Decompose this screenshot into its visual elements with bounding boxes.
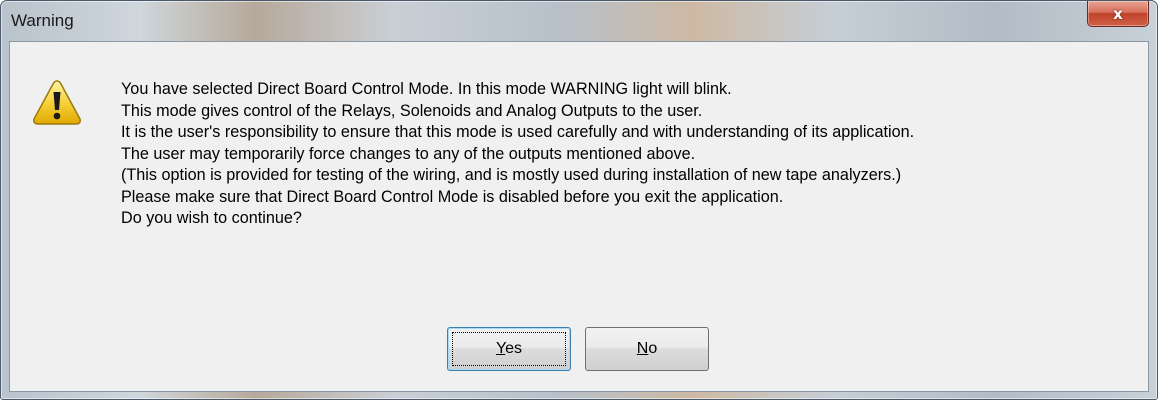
- close-icon: x: [1113, 4, 1123, 23]
- message-line: You have selected Direct Board Control M…: [121, 80, 732, 98]
- title-bar[interactable]: Warning x: [1, 1, 1157, 41]
- warning-message: You have selected Direct Board Control M…: [121, 79, 914, 230]
- message-line: This mode gives control of the Relays, S…: [121, 101, 703, 120]
- message-line: It is the user's responsibility to ensur…: [121, 123, 915, 141]
- yes-button-label: Yes: [495, 340, 523, 357]
- warning-triangle-icon: [33, 80, 81, 125]
- message-line: (This option is provided for testing of …: [121, 166, 902, 184]
- dialog-window: Warning x You have selected Direct Board…: [0, 0, 1158, 400]
- message-line: Do you wish to continue?: [121, 209, 302, 227]
- close-button[interactable]: x: [1087, 1, 1149, 27]
- message-line: Please make sure that Direct Board Contr…: [121, 187, 784, 206]
- no-button-label: No: [636, 340, 658, 357]
- message-line: The user may temporarily force changes t…: [121, 144, 696, 163]
- no-button[interactable]: No: [585, 327, 709, 371]
- window-title: Warning: [11, 11, 74, 30]
- yes-button[interactable]: Yes: [447, 327, 571, 371]
- dialog-body: You have selected Direct Board Control M…: [9, 41, 1149, 392]
